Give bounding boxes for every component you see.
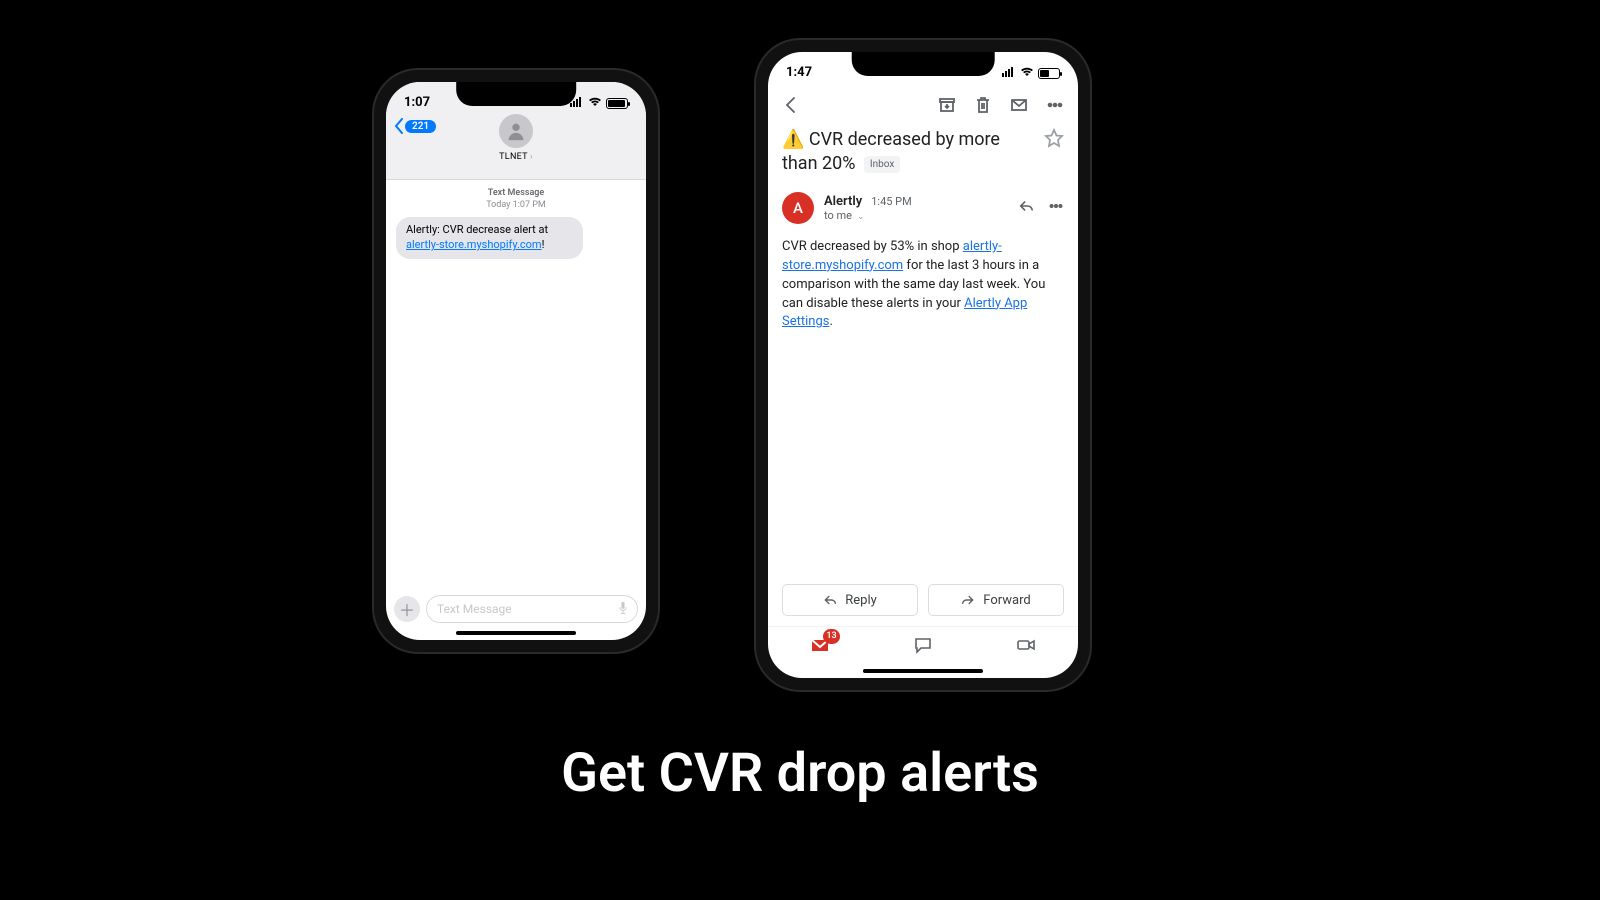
reply-button[interactable]: Reply [782,584,918,616]
email-body: CVR decreased by 53% in shop alertly-sto… [782,238,1064,332]
sender-avatar: A [782,192,814,224]
status-icons [570,97,628,110]
more-icon[interactable] [1046,96,1064,118]
inbox-label-chip[interactable]: Inbox [864,156,900,174]
status-time: 1:07 [404,95,430,110]
iphone-notch [852,52,995,76]
forward-button[interactable]: Forward [928,584,1064,616]
message-timestamp: Text Message Today 1:07 PM [396,188,636,211]
marketing-caption: Get CVR drop alerts [0,742,1600,805]
home-indicator[interactable] [863,669,983,673]
add-attachment-button[interactable]: ＋ [394,596,420,622]
bottom-navigation: 13 [768,626,1078,666]
home-indicator[interactable] [456,631,576,635]
email-sender-row[interactable]: A Alertly 1:45 PM to me ⌄ [782,192,1064,224]
nav-chat[interactable] [913,635,933,659]
chevron-down-icon[interactable]: ⌄ [855,212,865,222]
chevron-right-icon: › [528,152,533,161]
sender-time: 1:45 PM [871,195,911,208]
contact-name-row[interactable]: TLNET › [386,152,646,162]
trash-icon[interactable] [974,96,992,118]
more-icon[interactable] [1048,198,1064,218]
battery-icon [1038,68,1060,79]
back-unread-badge: 221 [405,120,436,133]
wifi-icon [1020,67,1034,80]
sms-link[interactable]: alertly-store.myshopify.com [406,238,542,251]
back-button[interactable]: 221 [394,118,436,134]
contact-name: TLNET [499,152,528,162]
star-icon[interactable] [1044,128,1064,152]
dictation-icon[interactable] [617,601,629,618]
archive-icon[interactable] [938,96,956,118]
email-action-buttons: Reply Forward [782,584,1064,616]
signal-icon [1002,67,1016,80]
nav-video[interactable] [1016,635,1036,659]
messages-thread[interactable]: Text Message Today 1:07 PM Alertly: CVR … [386,180,646,594]
nav-mail[interactable]: 13 [810,635,830,659]
email-toolbar [768,88,1078,126]
recipient-line: to me [824,209,852,222]
back-button[interactable] [782,96,800,118]
phone-sms-mockup: 1:07 221 TLNET › [374,70,658,652]
email-subject-row: ⚠️ CVR decreased by more than 20% Inbox [782,128,1064,177]
status-time: 1:47 [786,65,812,80]
mail-unread-badge: 13 [823,629,839,644]
iphone-notch [456,82,576,106]
battery-icon [606,98,628,109]
incoming-message-bubble[interactable]: Alertly: CVR decrease alert at alertly-s… [396,217,583,259]
phone-email-mockup: 1:47 [756,40,1090,690]
message-placeholder: Text Message [437,602,512,616]
wifi-icon [588,97,602,110]
reply-icon[interactable] [1018,198,1034,218]
message-input[interactable]: Text Message [426,595,638,623]
status-icons [1002,67,1060,80]
sender-name: Alertly [824,194,862,209]
contact-avatar[interactable] [499,114,533,148]
message-compose-bar: ＋ Text Message [386,592,646,626]
mail-icon[interactable] [1010,96,1028,118]
